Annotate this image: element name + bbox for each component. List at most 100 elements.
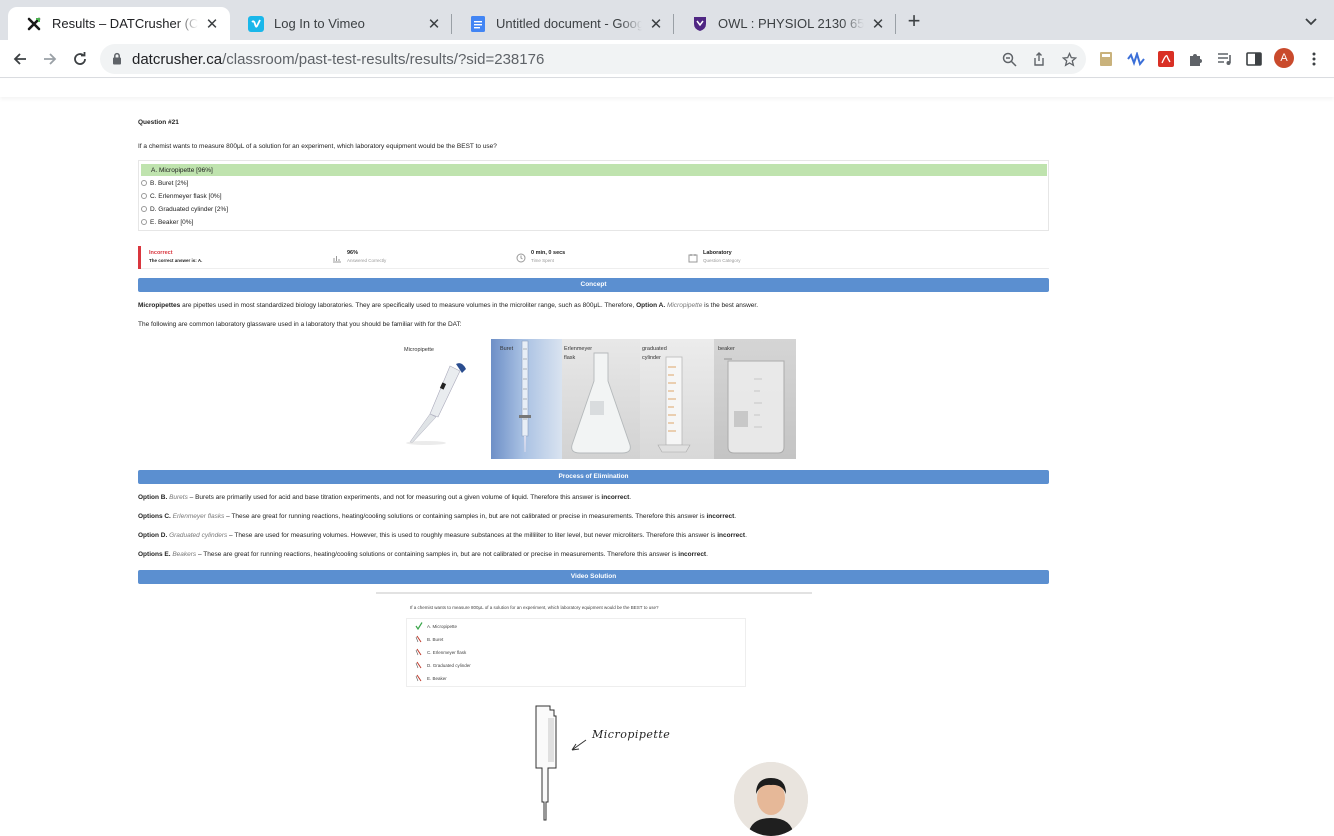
radio-icon[interactable]	[141, 193, 147, 199]
elimination-text: – These are used for measuring volumes. …	[227, 532, 718, 539]
video-option-label: B. Buret	[427, 636, 444, 642]
check-icon	[415, 622, 423, 630]
answer-label: B. Buret [2%]	[150, 179, 189, 187]
puzzle-extensions-icon[interactable]	[1185, 49, 1205, 69]
tab-google-docs[interactable]: Untitled document - Google Docs ✕	[452, 7, 674, 40]
back-arrow-icon[interactable]	[10, 49, 30, 69]
category-value: Laboratory	[703, 250, 732, 256]
micropipette-label: Micropipette	[404, 347, 434, 353]
video-solution-player[interactable]: If a chemist wants to measure 800μL of a…	[376, 592, 812, 836]
tab-title: OWL : PHYSIOL 2130 650 SU22	[718, 16, 864, 31]
answer-option-b[interactable]: B. Buret [2%]	[141, 177, 1047, 189]
micropipette-illustration	[406, 363, 466, 445]
erlenmeyer-label-line1: Erlenmeyer	[564, 346, 593, 352]
site-header-strip	[0, 79, 1334, 97]
kebab-menu-icon[interactable]	[1304, 49, 1324, 69]
media-queue-icon[interactable]	[1215, 49, 1235, 69]
elimination-text: – Burets are primarily used for acid and…	[187, 494, 602, 501]
erlenmeyer-label: Erlenmeyer flask	[564, 345, 592, 363]
share-icon[interactable]	[1030, 50, 1048, 68]
correct-answer-note: The correct answer is: A.	[149, 258, 203, 263]
close-icon[interactable]: ✕	[648, 16, 664, 33]
video-option-d: D. Graduated cylinder	[415, 661, 471, 669]
close-icon[interactable]: ✕	[870, 16, 886, 33]
bookmark-star-icon[interactable]	[1060, 50, 1078, 68]
result-stats: Incorrect The correct answer is: A. 96% …	[138, 246, 1049, 269]
zoom-icon[interactable]	[1000, 50, 1018, 68]
elimination-item-b: Option B. Burets – Burets are primarily …	[138, 494, 1049, 501]
tab-owl[interactable]: OWL : PHYSIOL 2130 650 SU22 ✕	[674, 7, 896, 40]
elimination-option: Option D.	[138, 532, 168, 539]
video-solution-heading: Video Solution	[138, 570, 1049, 584]
forward-arrow-icon[interactable]	[40, 49, 60, 69]
url-host: datcrusher.ca	[132, 50, 223, 68]
elimination-heading: Process of Elimination	[138, 470, 1049, 484]
elimination-item-c: Options C. Erlenmeyer flasks – These are…	[138, 513, 1049, 520]
owl-shield-icon	[692, 16, 708, 32]
close-icon[interactable]: ✕	[426, 16, 442, 33]
concept-italic: Micropipette	[665, 302, 703, 309]
elimination-text: – These are great for running reactions,…	[224, 513, 707, 520]
profile-avatar[interactable]: A	[1274, 48, 1294, 68]
elimination-verdict: incorrect	[717, 532, 746, 539]
beaker-label: beaker	[718, 346, 735, 352]
cross-icon	[415, 635, 422, 643]
google-docs-icon	[470, 15, 486, 32]
answer-option-e[interactable]: E. Beaker [0%]	[141, 216, 1047, 228]
cross-icon	[415, 648, 422, 656]
concept-term: Micropipettes	[138, 302, 181, 309]
erlenmeyer-photo: Erlenmeyer flask	[562, 339, 640, 459]
elimination-end: .	[745, 532, 747, 539]
video-answer-list: A. Micropipette B. Buret C. Erlenmeyer f…	[406, 618, 746, 687]
buret-label: Buret	[500, 346, 514, 352]
incorrect-marker	[138, 246, 141, 269]
video-option-a: A. Micropipette	[415, 622, 457, 630]
tab-search-chevron-icon[interactable]	[1304, 14, 1320, 30]
answer-option-d[interactable]: D. Graduated cylinder [2%]	[141, 203, 1047, 215]
new-tab-button[interactable]: +	[904, 10, 924, 32]
lock-icon[interactable]	[112, 52, 124, 66]
elimination-option: Option B.	[138, 494, 168, 501]
reload-icon[interactable]	[70, 49, 90, 69]
bar-chart-icon	[332, 253, 342, 263]
browser-toolbar: datcrusher.ca/classroom/past-test-result…	[0, 40, 1334, 78]
radio-icon[interactable]	[141, 219, 147, 225]
close-icon[interactable]: ✕	[204, 16, 220, 33]
tab-title: Log In to Vimeo	[274, 16, 365, 31]
beaker-photo: beaker	[714, 339, 796, 459]
video-option-label: D. Graduated cylinder	[427, 662, 471, 668]
video-option-label: A. Micropipette	[427, 623, 458, 629]
elimination-term: Graduated cylinders	[169, 532, 228, 539]
answer-label: E. Beaker [0%]	[150, 218, 194, 226]
calendar-icon	[688, 253, 698, 263]
video-option-b: B. Buret	[415, 635, 443, 643]
elimination-item-e: Options E. Beakers – These are great for…	[138, 551, 1049, 558]
elimination-option: Options C.	[138, 513, 171, 520]
glassware-figure: Micropipette Buret Erlenmeyer flask grad…	[390, 339, 796, 459]
concept-end: is the best answer.	[702, 302, 758, 309]
graduated-label-line2: cylinder	[642, 355, 661, 361]
radio-icon[interactable]	[141, 180, 147, 186]
pdf-extension-icon[interactable]	[1156, 49, 1176, 69]
hand-drawn-micropipette	[535, 705, 587, 821]
waveform-extension-icon[interactable]	[1126, 49, 1146, 69]
vimeo-icon	[248, 15, 264, 32]
time-label: Time Spent	[531, 258, 554, 263]
percent-label: Answered Correctly	[347, 258, 387, 263]
answer-option-c[interactable]: C. Erlenmeyer flask [0%]	[141, 190, 1047, 202]
radio-icon[interactable]	[141, 206, 147, 212]
tab-vimeo[interactable]: Log In to Vimeo ✕	[230, 7, 452, 40]
erlenmeyer-label-line2: flask	[564, 355, 576, 361]
calculator-extension-icon[interactable]	[1096, 49, 1116, 69]
stat-result: Incorrect The correct answer is: A.	[149, 250, 202, 263]
elimination-term: Beakers	[172, 551, 197, 558]
tab-datcrusher[interactable]: Results – DATCrusher (Canadian DAT) ✕	[8, 7, 230, 40]
answer-options: A. Micropipette [96%] B. Buret [2%] C. E…	[138, 160, 1049, 231]
concept-heading: Concept	[138, 278, 1049, 292]
side-panel-icon[interactable]	[1244, 49, 1264, 69]
answer-option-a[interactable]: A. Micropipette [96%]	[141, 164, 1047, 176]
percent-value: 96%	[347, 250, 359, 256]
video-option-label: E. Beaker	[427, 675, 447, 681]
question-text: If a chemist wants to measure 800μL of a…	[138, 143, 497, 150]
address-bar[interactable]: datcrusher.ca/classroom/past-test-result…	[100, 44, 1086, 74]
